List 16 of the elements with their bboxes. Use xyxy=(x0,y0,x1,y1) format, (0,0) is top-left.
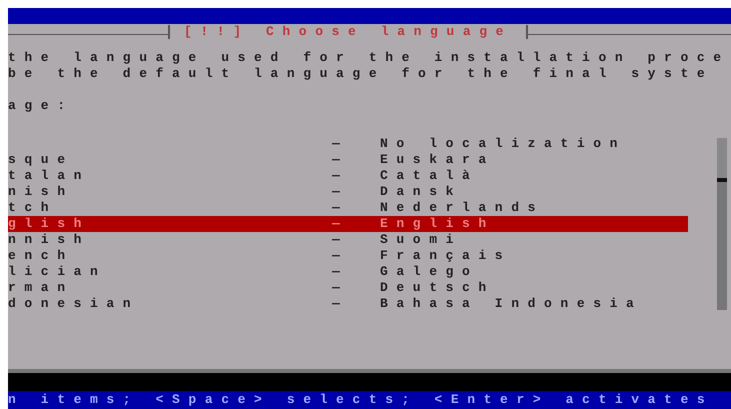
language-item[interactable]: sque — Euskara xyxy=(8,152,688,168)
status-text: n items; <Space> selects; <Enter> activates xyxy=(8,391,714,409)
description-text: the language used for the installation proce xyxy=(8,50,731,66)
description-text: be the default language for the final syste xyxy=(8,66,714,82)
language-item[interactable]: tch — Nederlands xyxy=(8,200,688,216)
language-item[interactable]: ench — Français xyxy=(8,248,688,264)
language-item[interactable]: nnish — Suomi xyxy=(8,232,688,248)
language-item[interactable]: rman — Deutsch xyxy=(8,280,688,296)
language-item[interactable]: — No localization xyxy=(8,136,688,152)
scrollbar[interactable] xyxy=(717,138,727,310)
language-item[interactable]: donesian — Bahasa Indonesia xyxy=(8,296,688,312)
language-item[interactable]: lician — Galego xyxy=(8,264,688,280)
language-item[interactable]: talan — Català xyxy=(8,168,688,184)
dialog-title: [!!] Choose language xyxy=(183,23,514,42)
list-label: age: xyxy=(8,98,75,114)
language-item[interactable]: nish — Dansk xyxy=(8,184,688,200)
